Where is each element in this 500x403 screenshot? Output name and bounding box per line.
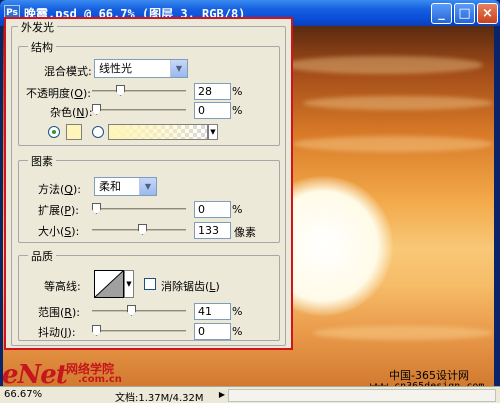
range-label: 范围(R): — [38, 306, 80, 319]
zoom-level[interactable]: 66.67% — [4, 389, 42, 400]
solid-color-radio[interactable] — [48, 126, 60, 138]
technique-select[interactable]: 柔和 ▼ — [94, 177, 157, 196]
outer-glow-title: 外发光 — [18, 19, 57, 35]
outer-glow-panel: 外发光 结构 混合模式: 线性光 ▼ 不透明度(O): 28 % 杂色(N): … — [4, 17, 293, 350]
close-icon: × — [482, 6, 493, 21]
jitter-input[interactable]: 0 — [194, 323, 231, 340]
range-unit: % — [232, 305, 243, 318]
jitter-unit: % — [232, 325, 243, 338]
size-slider-thumb[interactable] — [138, 224, 147, 235]
glow-gradient-picker[interactable] — [108, 124, 208, 140]
antialias-label: 消除锯齿(L) — [161, 280, 220, 293]
size-slider[interactable] — [92, 224, 186, 236]
blend-mode-label: 混合模式: — [44, 65, 92, 78]
opacity-slider[interactable] — [92, 85, 186, 97]
spread-input[interactable]: 0 — [194, 201, 231, 218]
size-input[interactable]: 133 — [194, 222, 231, 239]
antialias-checkbox[interactable] — [144, 278, 156, 290]
technique-value: 柔和 — [99, 180, 121, 193]
chevron-down-icon: ▼ — [139, 178, 156, 195]
quality-legend: 品质 — [28, 248, 56, 264]
spread-label: 扩展(P): — [38, 204, 79, 217]
contour-label: 等高线: — [44, 280, 81, 293]
opacity-input[interactable]: 28 — [194, 83, 231, 100]
jitter-slider-thumb[interactable] — [92, 325, 101, 336]
enet-logo-domain: .com.cn — [78, 374, 122, 385]
technique-label: 方法(Q): — [38, 183, 81, 196]
glow-color-swatch[interactable] — [66, 124, 82, 140]
spread-slider[interactable] — [92, 203, 186, 215]
range-slider-thumb[interactable] — [127, 305, 136, 316]
document-size: 文档:1.37M/4.32M — [115, 393, 204, 403]
gradient-dropdown-icon[interactable]: ▼ — [208, 124, 218, 140]
maximize-icon: □ — [458, 6, 471, 21]
noise-input[interactable]: 0 — [194, 102, 231, 119]
spread-unit: % — [232, 203, 243, 216]
close-button[interactable]: × — [477, 3, 498, 24]
opacity-unit: % — [232, 85, 243, 98]
blend-mode-value: 线性光 — [99, 62, 132, 75]
size-unit: 像素 — [234, 226, 256, 239]
structure-legend: 结构 — [28, 39, 56, 55]
maximize-button[interactable]: □ — [454, 3, 475, 24]
minimize-button[interactable]: _ — [431, 3, 452, 24]
range-slider[interactable] — [92, 305, 186, 317]
size-label: 大小(S): — [38, 225, 80, 238]
contour-linear-icon — [94, 270, 124, 298]
contour-picker[interactable] — [94, 270, 124, 298]
noise-unit: % — [232, 104, 243, 117]
horizontal-scrollbar[interactable] — [228, 389, 496, 402]
status-bar: 66.67% 文档:1.37M/4.32M ▶ — [0, 386, 500, 403]
noise-label: 杂色(N): — [50, 106, 93, 119]
gradient-radio[interactable] — [92, 126, 104, 138]
blend-mode-select[interactable]: 线性光 ▼ — [94, 59, 188, 78]
range-input[interactable]: 41 — [194, 303, 231, 320]
chevron-down-icon: ▼ — [170, 60, 187, 77]
contour-dropdown-icon[interactable]: ▼ — [124, 270, 134, 298]
elements-legend: 图素 — [28, 153, 56, 169]
opacity-slider-thumb[interactable] — [116, 85, 125, 96]
noise-slider[interactable] — [92, 104, 186, 116]
spread-slider-thumb[interactable] — [92, 203, 101, 214]
noise-slider-thumb[interactable] — [92, 104, 101, 115]
status-menu-arrow-icon[interactable]: ▶ — [216, 389, 228, 401]
jitter-slider[interactable] — [92, 325, 186, 337]
jitter-label: 抖动(J): — [38, 326, 76, 339]
opacity-label: 不透明度(O): — [26, 87, 91, 100]
minimize-icon: _ — [438, 6, 445, 21]
